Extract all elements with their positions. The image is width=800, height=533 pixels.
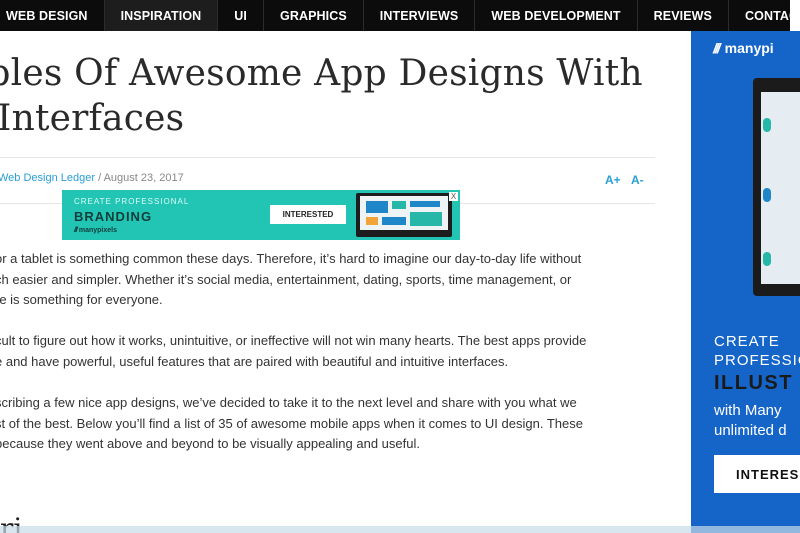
paragraph-1-line-1: or a tablet is something common these da… bbox=[0, 251, 582, 266]
meta-separator: / bbox=[95, 172, 104, 184]
nav-item-web-development[interactable]: WEB DEVELOPMENT bbox=[475, 0, 638, 31]
font-size-decrease-button[interactable]: A- bbox=[631, 173, 644, 187]
inline-ad-brand: ///manypixels bbox=[74, 227, 117, 234]
paragraph-1: or a tablet is something common these da… bbox=[0, 249, 655, 311]
author-link[interactable]: Web Design Ledger bbox=[0, 172, 95, 184]
paragraph-3: scribing a few nice app designs, we’ve d… bbox=[0, 393, 655, 455]
sidebar-ad-line-2: PROFESSIO bbox=[714, 352, 800, 369]
sidebar-ad-logo-text: manypi bbox=[724, 40, 774, 56]
ad-close-icon[interactable]: X bbox=[449, 192, 458, 201]
inline-ad-tagline: CREATE PROFESSIONAL bbox=[74, 197, 190, 206]
nav-item-ui[interactable]: UI bbox=[218, 0, 264, 31]
paragraph-3-line-1: scribing a few nice app designs, we’ve d… bbox=[0, 395, 577, 410]
paragraph-3-line-2: st of the best. Below you’ll find a list… bbox=[0, 415, 583, 431]
paragraph-3-line-3: because they went above and beyond to be… bbox=[0, 436, 420, 451]
top-navigation: WEB DESIGN INSPIRATION UI GRAPHICS INTER… bbox=[0, 0, 800, 31]
article-title-line-2: e Interfaces bbox=[0, 98, 185, 139]
article-date: August 23, 2017 bbox=[103, 172, 184, 184]
meta-divider-top bbox=[0, 157, 655, 158]
bottom-strip bbox=[0, 526, 800, 533]
sidebar-ad-line-4: with Many bbox=[714, 402, 782, 419]
article-meta: Web Design Ledger / August 23, 2017 bbox=[0, 172, 184, 184]
paragraph-2-line-2: e and have powerful, useful features tha… bbox=[0, 353, 509, 369]
article-title: nples Of Awesome App Designs With e Inte… bbox=[0, 51, 684, 141]
sidebar-ad-logo: ///manypi bbox=[713, 40, 774, 56]
manypixels-logo-icon: /// bbox=[74, 227, 78, 234]
nav-item-graphics[interactable]: GRAPHICS bbox=[264, 0, 364, 31]
paragraph-1-line-3: re is something for everyone. bbox=[0, 292, 163, 307]
sidebar-ad-interested-button[interactable]: INTERES bbox=[714, 455, 800, 493]
manypixels-logo-icon: /// bbox=[713, 40, 721, 56]
paragraph-2-line-1: cult to figure out how it works, unintui… bbox=[0, 333, 587, 348]
font-size-increase-button[interactable]: A+ bbox=[605, 173, 621, 187]
article: nples Of Awesome App Designs With e Inte… bbox=[0, 31, 690, 533]
nav-item-inspiration[interactable]: INSPIRATION bbox=[104, 0, 219, 31]
sidebar-ad-line-1: CREATE bbox=[714, 333, 780, 350]
monitor-illustration bbox=[753, 78, 800, 296]
inline-ad-headline: BRANDING bbox=[74, 209, 153, 224]
paragraph-1-line-2: ch easier and simpler. Whether it’s soci… bbox=[0, 271, 572, 287]
sidebar-ad[interactable]: ///manypi CREATE PROFESSIO ILLUST with M… bbox=[691, 31, 800, 533]
nav-item-contact[interactable]: CONTACT bbox=[729, 0, 800, 31]
inline-ad-interested-button[interactable]: INTERESTED bbox=[270, 205, 346, 224]
sidebar-ad-line-3: ILLUST bbox=[714, 372, 793, 394]
inline-ad-brand-name: manypixels bbox=[78, 227, 117, 234]
sidebar-ad-line-5: unlimited d bbox=[714, 422, 787, 439]
nav-item-interviews[interactable]: INTERVIEWS bbox=[364, 0, 476, 31]
monitor-illustration bbox=[356, 193, 452, 237]
nav-item-reviews[interactable]: REVIEWS bbox=[638, 0, 729, 31]
inline-ad-banner[interactable]: CREATE PROFESSIONAL BRANDING ///manypixe… bbox=[62, 190, 460, 240]
nav-item-web-design[interactable]: WEB DESIGN bbox=[0, 0, 105, 31]
article-title-line-1: nples Of Awesome App Designs With bbox=[0, 53, 643, 94]
paragraph-2: cult to figure out how it works, unintui… bbox=[0, 331, 655, 372]
